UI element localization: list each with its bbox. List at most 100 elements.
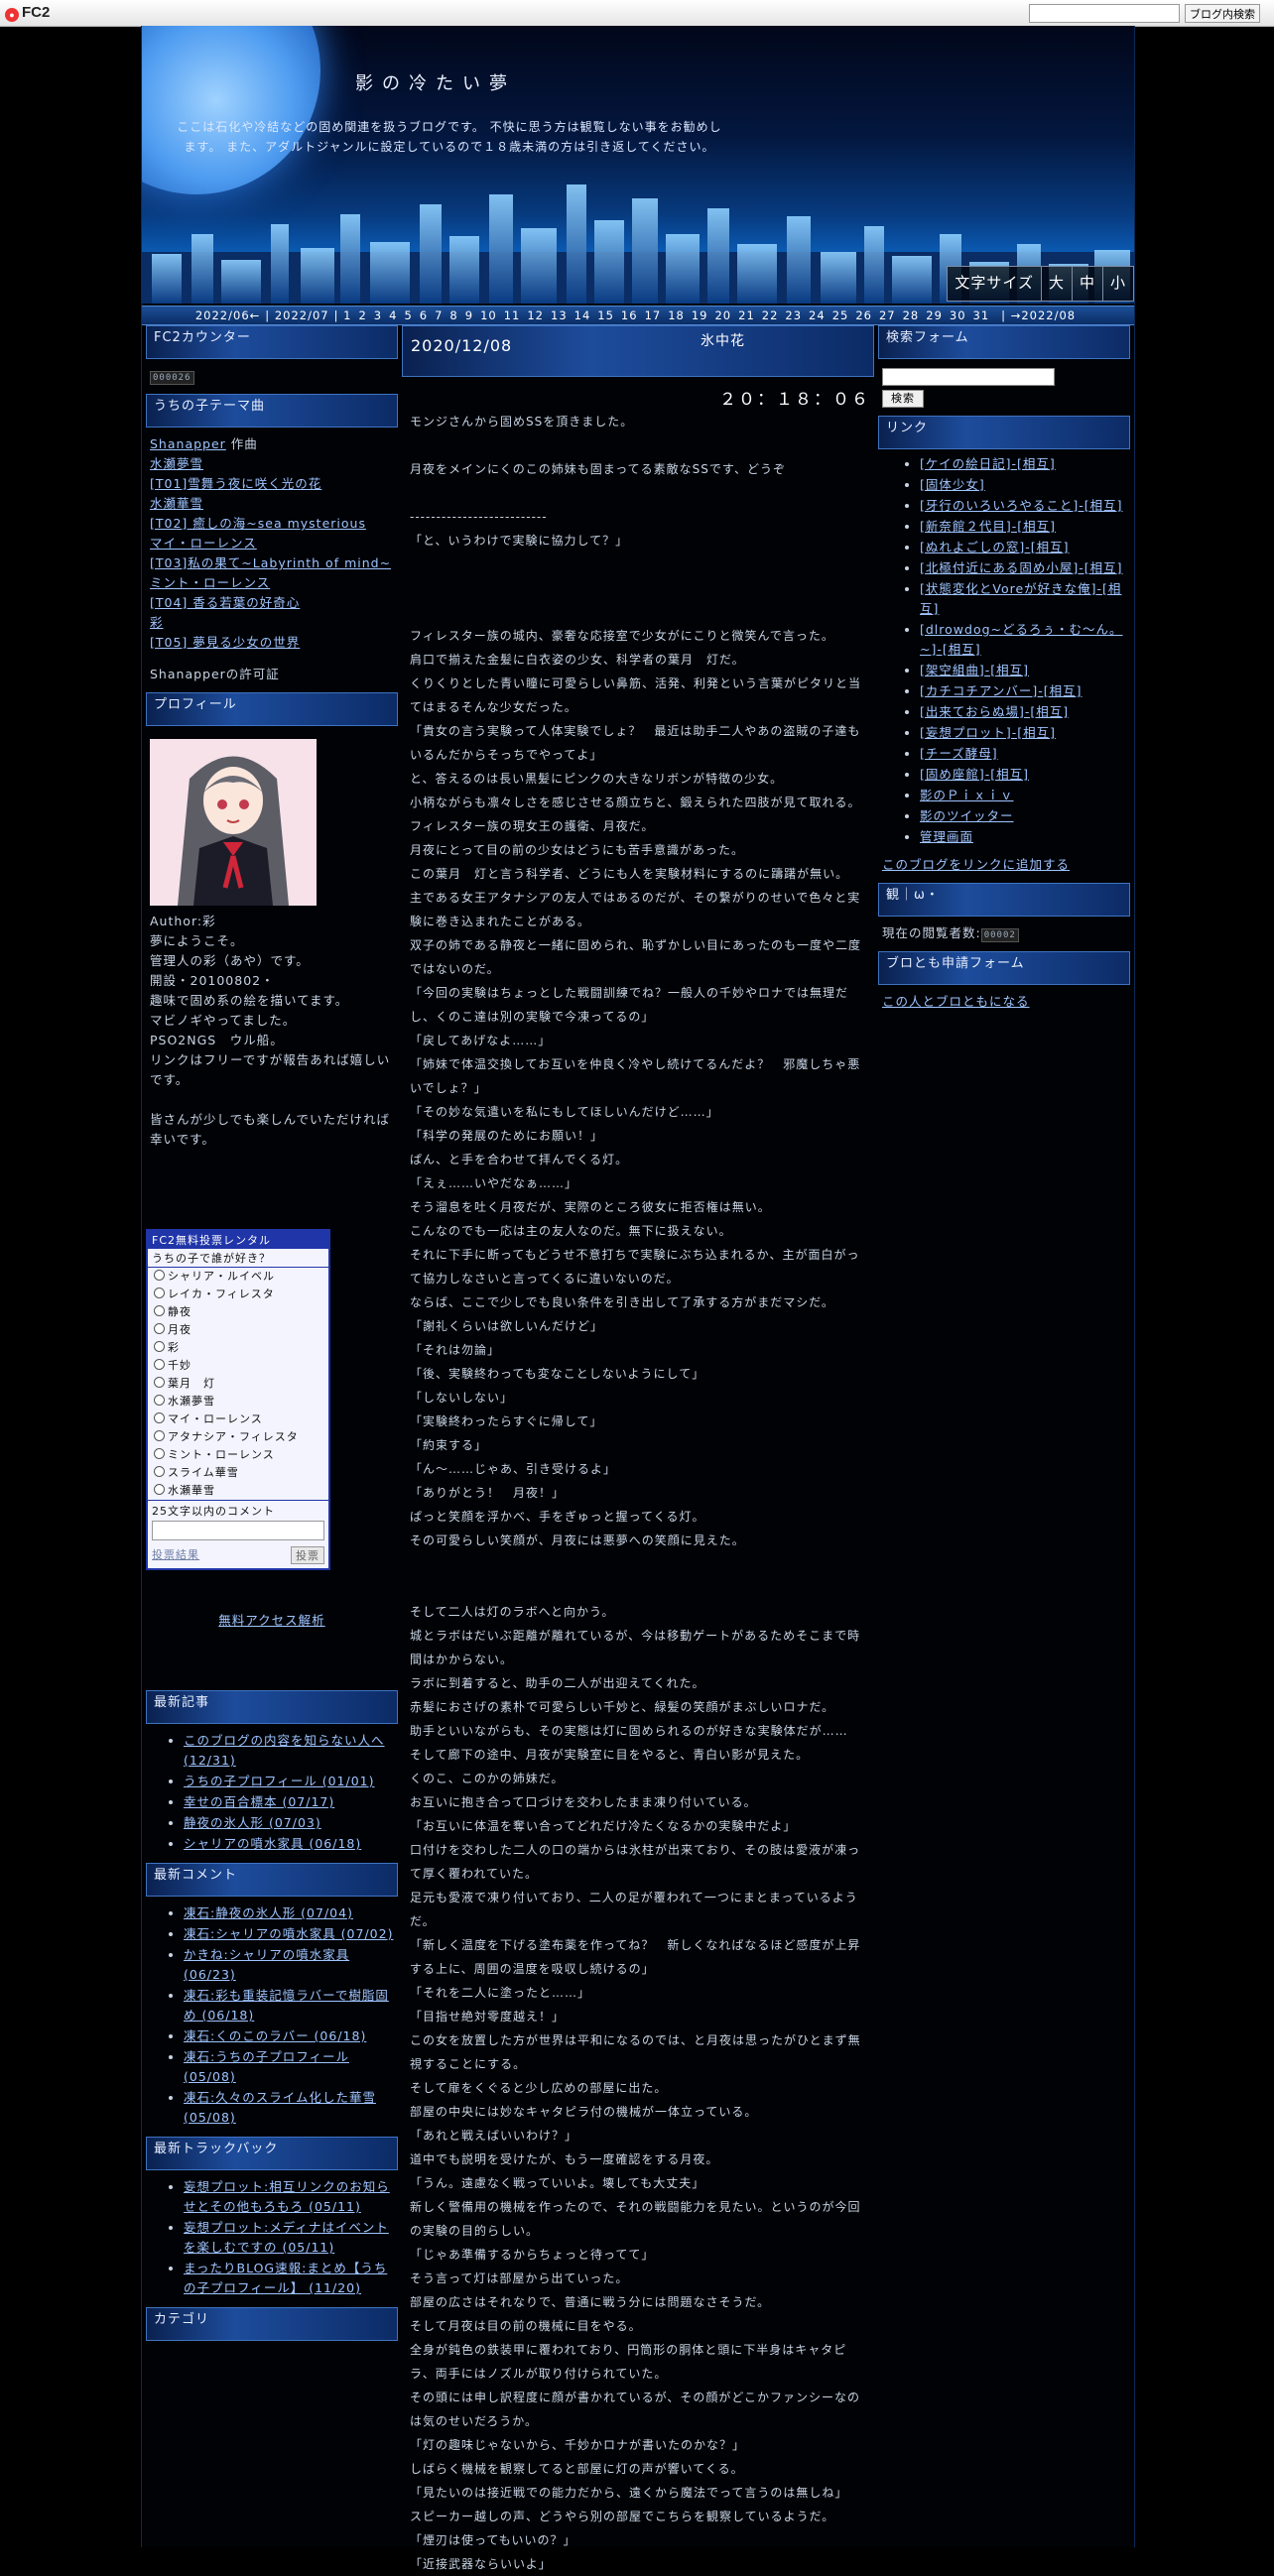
vote-radio[interactable] bbox=[154, 1430, 165, 1441]
calendar-day[interactable]: 28 bbox=[903, 308, 920, 322]
friend-request-link[interactable]: この人とブロともになる bbox=[882, 994, 1030, 1009]
vote-radio[interactable] bbox=[154, 1341, 165, 1352]
calendar-next-link[interactable]: →2022/08 bbox=[1011, 308, 1076, 322]
calendar-day[interactable]: 7 bbox=[435, 308, 443, 322]
vote-radio[interactable] bbox=[154, 1270, 165, 1281]
recent-post-link[interactable]: シャリアの噴水家具 (06/18) bbox=[184, 1836, 361, 1851]
theme-song-link[interactable]: マイ・ローレンス bbox=[150, 536, 257, 551]
calendar-day[interactable]: 21 bbox=[738, 308, 755, 322]
font-size-small-button[interactable]: 小 bbox=[1101, 267, 1133, 301]
calendar-day[interactable]: 10 bbox=[480, 308, 497, 322]
recent-comment-link[interactable]: 凍石:くのこのラバー (06/18) bbox=[184, 2028, 366, 2043]
vote-radio[interactable] bbox=[154, 1288, 165, 1298]
vote-option[interactable]: シャリア・ルイベル bbox=[148, 1268, 328, 1286]
recent-trackback-link[interactable]: まったりBLOG速報:まとめ【うちの子プロフィール】 (11/20) bbox=[184, 2261, 387, 2295]
vote-option[interactable]: 静夜 bbox=[148, 1303, 328, 1321]
recent-post-link[interactable]: 静夜の氷人形 (07/03) bbox=[184, 1815, 321, 1830]
recent-comment-link[interactable]: 凍石:静夜の氷人形 (07/04) bbox=[184, 1905, 353, 1920]
vote-result-link[interactable]: 投票結果 bbox=[152, 1546, 199, 1564]
theme-song-link[interactable]: [T01]雪舞う夜に咲く光の花 bbox=[150, 476, 321, 491]
link-item-link[interactable]: [ケイの絵日記]-[相互] bbox=[920, 456, 1056, 471]
calendar-day[interactable]: 31 bbox=[973, 308, 990, 322]
recent-comment-link[interactable]: 凍石:シャリアの噴水家具 (07/02) bbox=[184, 1926, 393, 1941]
calendar-day[interactable]: 5 bbox=[404, 308, 412, 322]
theme-song-link[interactable]: 水瀬夢雪 bbox=[150, 456, 203, 471]
vote-radio[interactable] bbox=[154, 1359, 165, 1370]
vote-submit-button[interactable]: 投票 bbox=[291, 1546, 324, 1564]
recent-trackback-link[interactable]: 妄想プロット:相互リンクのお知らせとその他もろもろ (05/11) bbox=[184, 2179, 390, 2214]
calendar-day[interactable]: 29 bbox=[926, 308, 943, 322]
theme-author-link[interactable]: Shanapper bbox=[150, 436, 226, 451]
vote-option[interactable]: レイカ・フィレスタ bbox=[148, 1286, 328, 1303]
link-item-link[interactable]: [北極付近にある固め小屋]-[相互] bbox=[920, 560, 1123, 575]
blog-search-input[interactable] bbox=[1029, 4, 1181, 23]
recent-comment-link[interactable]: 凍石:彩も重装記憶ラバーで樹脂固め (06/18) bbox=[184, 1988, 389, 2023]
link-item-link[interactable]: 影のツイッター bbox=[920, 808, 1014, 823]
vote-radio[interactable] bbox=[154, 1395, 165, 1406]
calendar-day[interactable]: 25 bbox=[832, 308, 849, 322]
theme-song-link[interactable]: [T02] 癒しの海~sea mysterious bbox=[150, 516, 366, 531]
vote-radio[interactable] bbox=[154, 1448, 165, 1459]
vote-option[interactable]: 月夜 bbox=[148, 1321, 328, 1339]
calendar-day[interactable]: 3 bbox=[374, 308, 382, 322]
calendar-day[interactable]: 1 bbox=[343, 308, 351, 322]
link-item-link[interactable]: [状態変化とVoreが好きな俺]-[相互] bbox=[920, 581, 1121, 616]
link-item-link[interactable]: [妄想プロット]-[相互] bbox=[920, 725, 1056, 740]
theme-song-link[interactable]: [T05] 夢見る少女の世界 bbox=[150, 635, 300, 650]
recent-comment-link[interactable]: かきね:シャリアの噴水家具 (06/23) bbox=[184, 1947, 349, 1982]
calendar-day[interactable]: 19 bbox=[692, 308, 708, 322]
calendar-day[interactable]: 2 bbox=[358, 308, 366, 322]
calendar-day[interactable]: 24 bbox=[809, 308, 826, 322]
calendar-day[interactable]: 4 bbox=[389, 308, 397, 322]
vote-comment-input[interactable] bbox=[152, 1521, 324, 1540]
link-item-link[interactable]: [カチコチアンバー]-[相互] bbox=[920, 683, 1083, 698]
link-item-link[interactable]: [牙行のいろいろやること]-[相互] bbox=[920, 498, 1123, 513]
calendar-day[interactable]: 30 bbox=[950, 308, 966, 322]
theme-song-link[interactable]: [T03]私の果て~Labyrinth of mind~ bbox=[150, 555, 391, 570]
vote-option[interactable]: アタナシア・フィレスタ bbox=[148, 1428, 328, 1446]
link-item-link[interactable]: [固体少女] bbox=[920, 477, 985, 492]
vote-option[interactable]: ミント・ローレンス bbox=[148, 1446, 328, 1464]
recent-comment-link[interactable]: 凍石:うちの子プロフィール (05/08) bbox=[184, 2049, 349, 2084]
search-input[interactable] bbox=[882, 368, 1055, 386]
calendar-day[interactable]: 11 bbox=[504, 308, 521, 322]
link-item-link[interactable]: [ぬれよごしの窓]-[相互] bbox=[920, 540, 1070, 554]
calendar-day[interactable]: 8 bbox=[449, 308, 457, 322]
link-item-link[interactable]: [新奈館２代目]-[相互] bbox=[920, 519, 1056, 534]
link-item-link[interactable]: [架空組曲]-[相互] bbox=[920, 663, 1029, 677]
calendar-day[interactable]: 16 bbox=[621, 308, 638, 322]
calendar-day[interactable]: 18 bbox=[668, 308, 685, 322]
recent-comment-link[interactable]: 凍石:久々のスライム化した華雪 (05/08) bbox=[184, 2090, 376, 2125]
calendar-day[interactable]: 26 bbox=[855, 308, 872, 322]
calendar-day[interactable]: 14 bbox=[574, 308, 591, 322]
link-item-link[interactable]: 影のＰｉｘｉｖ bbox=[920, 788, 1014, 802]
vote-option[interactable]: 彩 bbox=[148, 1339, 328, 1357]
add-link-link[interactable]: このブログをリンクに追加する bbox=[882, 857, 1070, 872]
link-item-link[interactable]: 管理画面 bbox=[920, 829, 973, 844]
calendar-day[interactable]: 23 bbox=[785, 308, 802, 322]
recent-post-link[interactable]: 幸せの百合標本 (07/17) bbox=[184, 1794, 334, 1809]
blog-search-button[interactable]: ブログ内検索 bbox=[1185, 4, 1260, 23]
calendar-day[interactable]: 9 bbox=[465, 308, 473, 322]
vote-radio[interactable] bbox=[154, 1484, 165, 1495]
calendar-day[interactable]: 12 bbox=[527, 308, 544, 322]
calendar-day[interactable]: 13 bbox=[551, 308, 568, 322]
vote-radio[interactable] bbox=[154, 1305, 165, 1316]
vote-radio[interactable] bbox=[154, 1323, 165, 1334]
vote-radio[interactable] bbox=[154, 1377, 165, 1388]
theme-song-link[interactable]: 水瀬華雪 bbox=[150, 496, 203, 511]
vote-option[interactable]: 千妙 bbox=[148, 1357, 328, 1375]
recent-post-link[interactable]: うちの子プロフィール (01/01) bbox=[184, 1774, 375, 1788]
link-item-link[interactable]: [出来ておらぬ場]-[相互] bbox=[920, 704, 1069, 719]
vote-option[interactable]: マイ・ローレンス bbox=[148, 1411, 328, 1428]
recent-post-link[interactable]: このブログの内容を知らない人へ(12/31) bbox=[184, 1733, 385, 1768]
calendar-day[interactable]: 6 bbox=[420, 308, 428, 322]
calendar-day[interactable]: 27 bbox=[879, 308, 896, 322]
vote-option[interactable]: 水瀬夢雪 bbox=[148, 1393, 328, 1411]
fc2-logo[interactable]: ● FC2 bbox=[5, 4, 50, 22]
calendar-day[interactable]: 17 bbox=[645, 308, 662, 322]
theme-song-link[interactable]: ミント・ローレンス bbox=[150, 575, 270, 590]
link-item-link[interactable]: [固め座館]-[相互] bbox=[920, 767, 1029, 782]
link-item-link[interactable]: [チーズ酵母] bbox=[920, 746, 998, 761]
vote-option[interactable]: 水瀬華雪 bbox=[148, 1482, 328, 1500]
